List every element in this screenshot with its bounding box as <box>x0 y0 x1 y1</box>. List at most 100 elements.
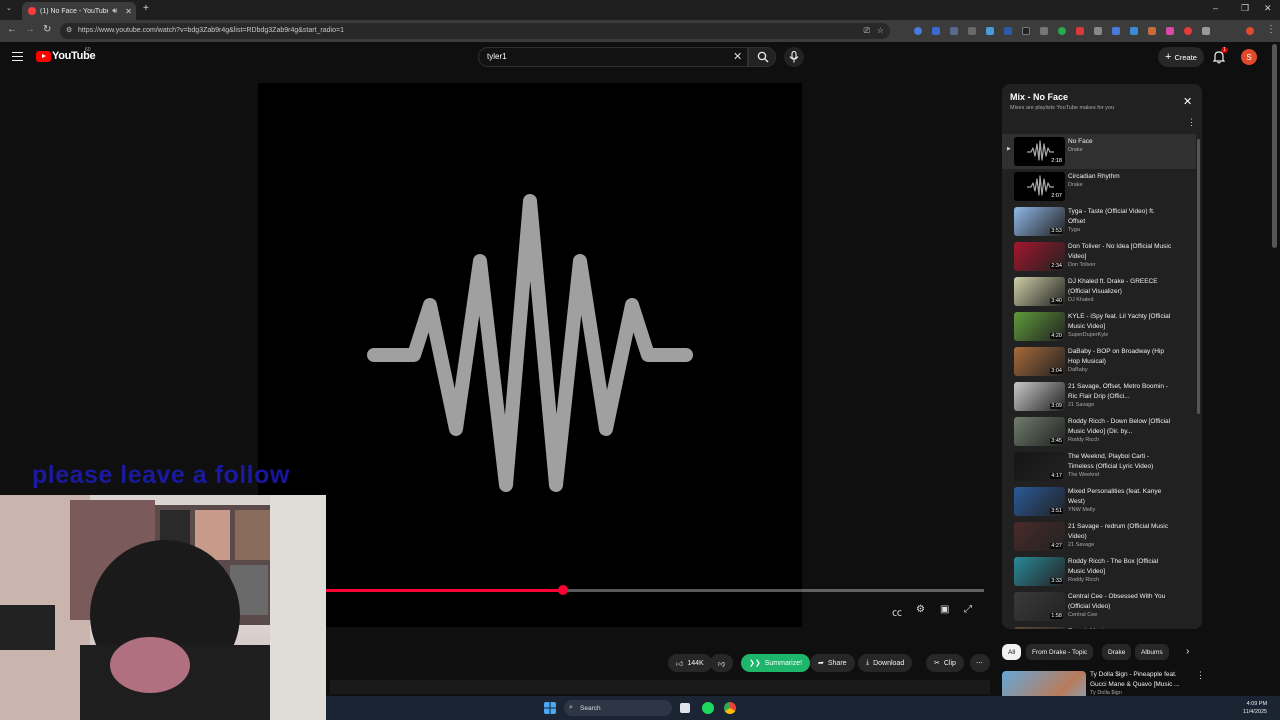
bookmark-star-icon[interactable]: ☆ <box>877 23 884 39</box>
settings-gear-icon[interactable]: ⚙ <box>916 604 928 616</box>
playlist-item-thumbnail[interactable]: 4:27 <box>1014 522 1065 551</box>
reload-icon[interactable]: ↻ <box>43 24 51 35</box>
extension-icon[interactable] <box>1166 27 1174 35</box>
playlist-item[interactable]: 4:17 The Weeknd, Playboi Carti - Timeless… <box>1002 449 1196 484</box>
chevron-right-icon[interactable]: › <box>1186 646 1189 657</box>
playlist-item-thumbnail[interactable]: 1:58 <box>1014 592 1065 621</box>
playlist-item-thumbnail[interactable]: 3:40 <box>1014 277 1065 306</box>
hamburger-menu-icon[interactable] <box>12 52 23 61</box>
extensions-puzzle-icon[interactable] <box>1202 27 1210 35</box>
playlist-item-thumbnail[interactable]: 3:09 <box>1014 382 1065 411</box>
download-button[interactable]: ⤓ Download <box>858 654 913 672</box>
recommendation-menu-icon[interactable]: ⋮ <box>1196 670 1205 681</box>
chip-from-drake-topic[interactable]: From Drake - Topic <box>1026 644 1094 660</box>
extension-icon[interactable] <box>914 27 922 35</box>
clear-search-icon[interactable]: ✕ <box>733 50 742 63</box>
address-bar[interactable]: ⚙︎ https://www.youtube.com/watch?v=bdg3Z… <box>60 23 890 39</box>
page-scrollbar[interactable] <box>1272 44 1277 248</box>
playlist-item[interactable]: 4:27 21 Savage - redrum (Official Music V… <box>1002 519 1196 554</box>
miniplayer-icon[interactable]: ▣ <box>940 604 952 616</box>
summarize-button[interactable]: ❯❯ Summarize! <box>741 654 811 672</box>
youtube-logo-icon[interactable] <box>36 51 51 62</box>
playlist-item[interactable]: 3:53 Tyga - Taste (Official Video) ft. Of… <box>1002 204 1196 239</box>
voice-search-button[interactable] <box>784 47 804 67</box>
playlist-item-thumbnail[interactable]: 2:07 <box>1014 172 1065 201</box>
chip-drake[interactable]: Drake <box>1102 644 1132 660</box>
playlist-item[interactable]: ▶ 2:18 No Face Drake <box>1002 134 1196 169</box>
spotify-icon[interactable] <box>702 702 714 714</box>
video-player[interactable] <box>258 83 802 627</box>
extension-icon[interactable] <box>1094 27 1102 35</box>
playlist-item[interactable]: 2:07 Circadian Rhythm Drake <box>1002 169 1196 204</box>
new-tab-icon[interactable]: + <box>143 3 149 14</box>
progress-bar[interactable] <box>326 585 984 595</box>
browser-menu-icon[interactable]: ⋮ <box>1266 24 1276 35</box>
playlist-item-thumbnail[interactable]: 2:18 <box>1014 137 1065 166</box>
site-info-icon[interactable]: ⚙︎ <box>66 23 72 39</box>
captions-icon[interactable]: ㏄ <box>892 604 904 619</box>
playlist-item-thumbnail[interactable]: 3:04 <box>1014 347 1065 376</box>
playlist-item-thumbnail[interactable]: 3:45 <box>1014 417 1065 446</box>
playlist-item[interactable]: French Montana - <box>1002 624 1196 629</box>
playlist-item[interactable]: 3:33 Roddy Ricch - The Box [Official Musi… <box>1002 554 1196 589</box>
recommendation-title[interactable]: Ty Dolla $ign - Pineapple feat. Gucci Ma… <box>1090 670 1190 690</box>
playlist-item-thumbnail[interactable]: 3:53 <box>1014 207 1065 236</box>
playlist-item-thumbnail[interactable]: 2:34 <box>1014 242 1065 271</box>
search-button[interactable] <box>748 47 776 67</box>
playlist-scrollbar[interactable] <box>1197 139 1200 414</box>
extension-icon[interactable] <box>1184 27 1192 35</box>
playlist-item[interactable]: 3:09 21 Savage, Offset, Metro Boomin - Ri… <box>1002 379 1196 414</box>
playlist-item-thumbnail[interactable]: 4:17 <box>1014 452 1065 481</box>
taskbar-search[interactable]: ⌕ Search <box>564 700 672 716</box>
playlist-item[interactable]: 3:40 DJ Khaled ft. Drake - GREECE (Offici… <box>1002 274 1196 309</box>
extension-icon[interactable] <box>1130 27 1138 35</box>
playlist-menu-icon[interactable]: ⋮ <box>1187 117 1196 128</box>
speaker-icon[interactable]: 🔊︎ <box>112 6 117 16</box>
search-input[interactable]: tyler1 <box>478 47 748 67</box>
playlist-item-thumbnail[interactable]: 4:20 <box>1014 312 1065 341</box>
more-actions-button[interactable]: ⋯ <box>970 654 990 672</box>
playlist-item-thumbnail[interactable] <box>1014 627 1065 629</box>
chrome-icon[interactable] <box>724 702 736 714</box>
task-view-icon[interactable] <box>680 703 690 713</box>
restore-icon[interactable]: ❐ <box>1241 3 1249 14</box>
like-button[interactable]: 👍︎ 144K <box>668 654 712 672</box>
extension-icon[interactable] <box>1076 27 1084 35</box>
create-button[interactable]: + Create <box>1158 47 1204 67</box>
extension-icon[interactable] <box>986 27 994 35</box>
extension-icon[interactable] <box>1022 27 1030 35</box>
windows-start-icon[interactable] <box>544 702 556 714</box>
playlist-item[interactable]: 3:04 DaBaby - BOP on Broadway (Hip Hop Mu… <box>1002 344 1196 379</box>
tab-close-icon[interactable]: ✕ <box>125 7 132 16</box>
fullscreen-icon[interactable]: ⤢ <box>964 604 976 616</box>
profile-icon[interactable] <box>1246 27 1254 35</box>
description-box[interactable] <box>330 680 990 694</box>
extension-icon[interactable] <box>1004 27 1012 35</box>
playlist-item-thumbnail[interactable]: 3:33 <box>1014 557 1065 586</box>
forward-icon[interactable]: → <box>25 24 35 35</box>
extension-icon[interactable] <box>932 27 940 35</box>
scrubber-handle[interactable] <box>558 585 568 595</box>
playlist-item[interactable]: 3:51 Mixed Personalities (feat. Kanye Wes… <box>1002 484 1196 519</box>
tab-search-icon[interactable]: ⌄ <box>6 4 12 12</box>
extension-icon[interactable] <box>968 27 976 35</box>
install-app-icon[interactable]: ⎚ <box>864 23 870 39</box>
extension-icon[interactable] <box>1040 27 1048 35</box>
extension-icon[interactable] <box>950 27 958 35</box>
avatar[interactable]: S <box>1241 49 1257 65</box>
playlist-item-thumbnail[interactable]: 3:51 <box>1014 487 1065 516</box>
playlist-close-icon[interactable]: ✕ <box>1183 95 1192 108</box>
clip-button[interactable]: ✂ Clip <box>926 654 964 672</box>
window-close-icon[interactable]: ✕ <box>1264 3 1272 14</box>
share-button[interactable]: ➦ Share <box>810 654 855 672</box>
extension-icon[interactable] <box>1058 27 1066 35</box>
taskbar-clock[interactable]: 4:09 PM 11/4/2025 <box>1243 700 1267 716</box>
playlist-item[interactable]: 4:20 KYLE - iSpy feat. Lil Yachty [Offici… <box>1002 309 1196 344</box>
extension-icon[interactable] <box>1148 27 1156 35</box>
minimize-icon[interactable]: – <box>1213 3 1218 13</box>
playlist-item[interactable]: 3:45 Roddy Ricch - Down Below [Official M… <box>1002 414 1196 449</box>
chip-albums[interactable]: Albums <box>1135 644 1169 660</box>
browser-tab-active[interactable]: (1) No Face - YouTube 🔊︎ ✕ <box>22 2 136 20</box>
playlist-item[interactable]: 2:34 Don Toliver - No Idea [Official Musi… <box>1002 239 1196 274</box>
extension-icon[interactable] <box>1112 27 1120 35</box>
